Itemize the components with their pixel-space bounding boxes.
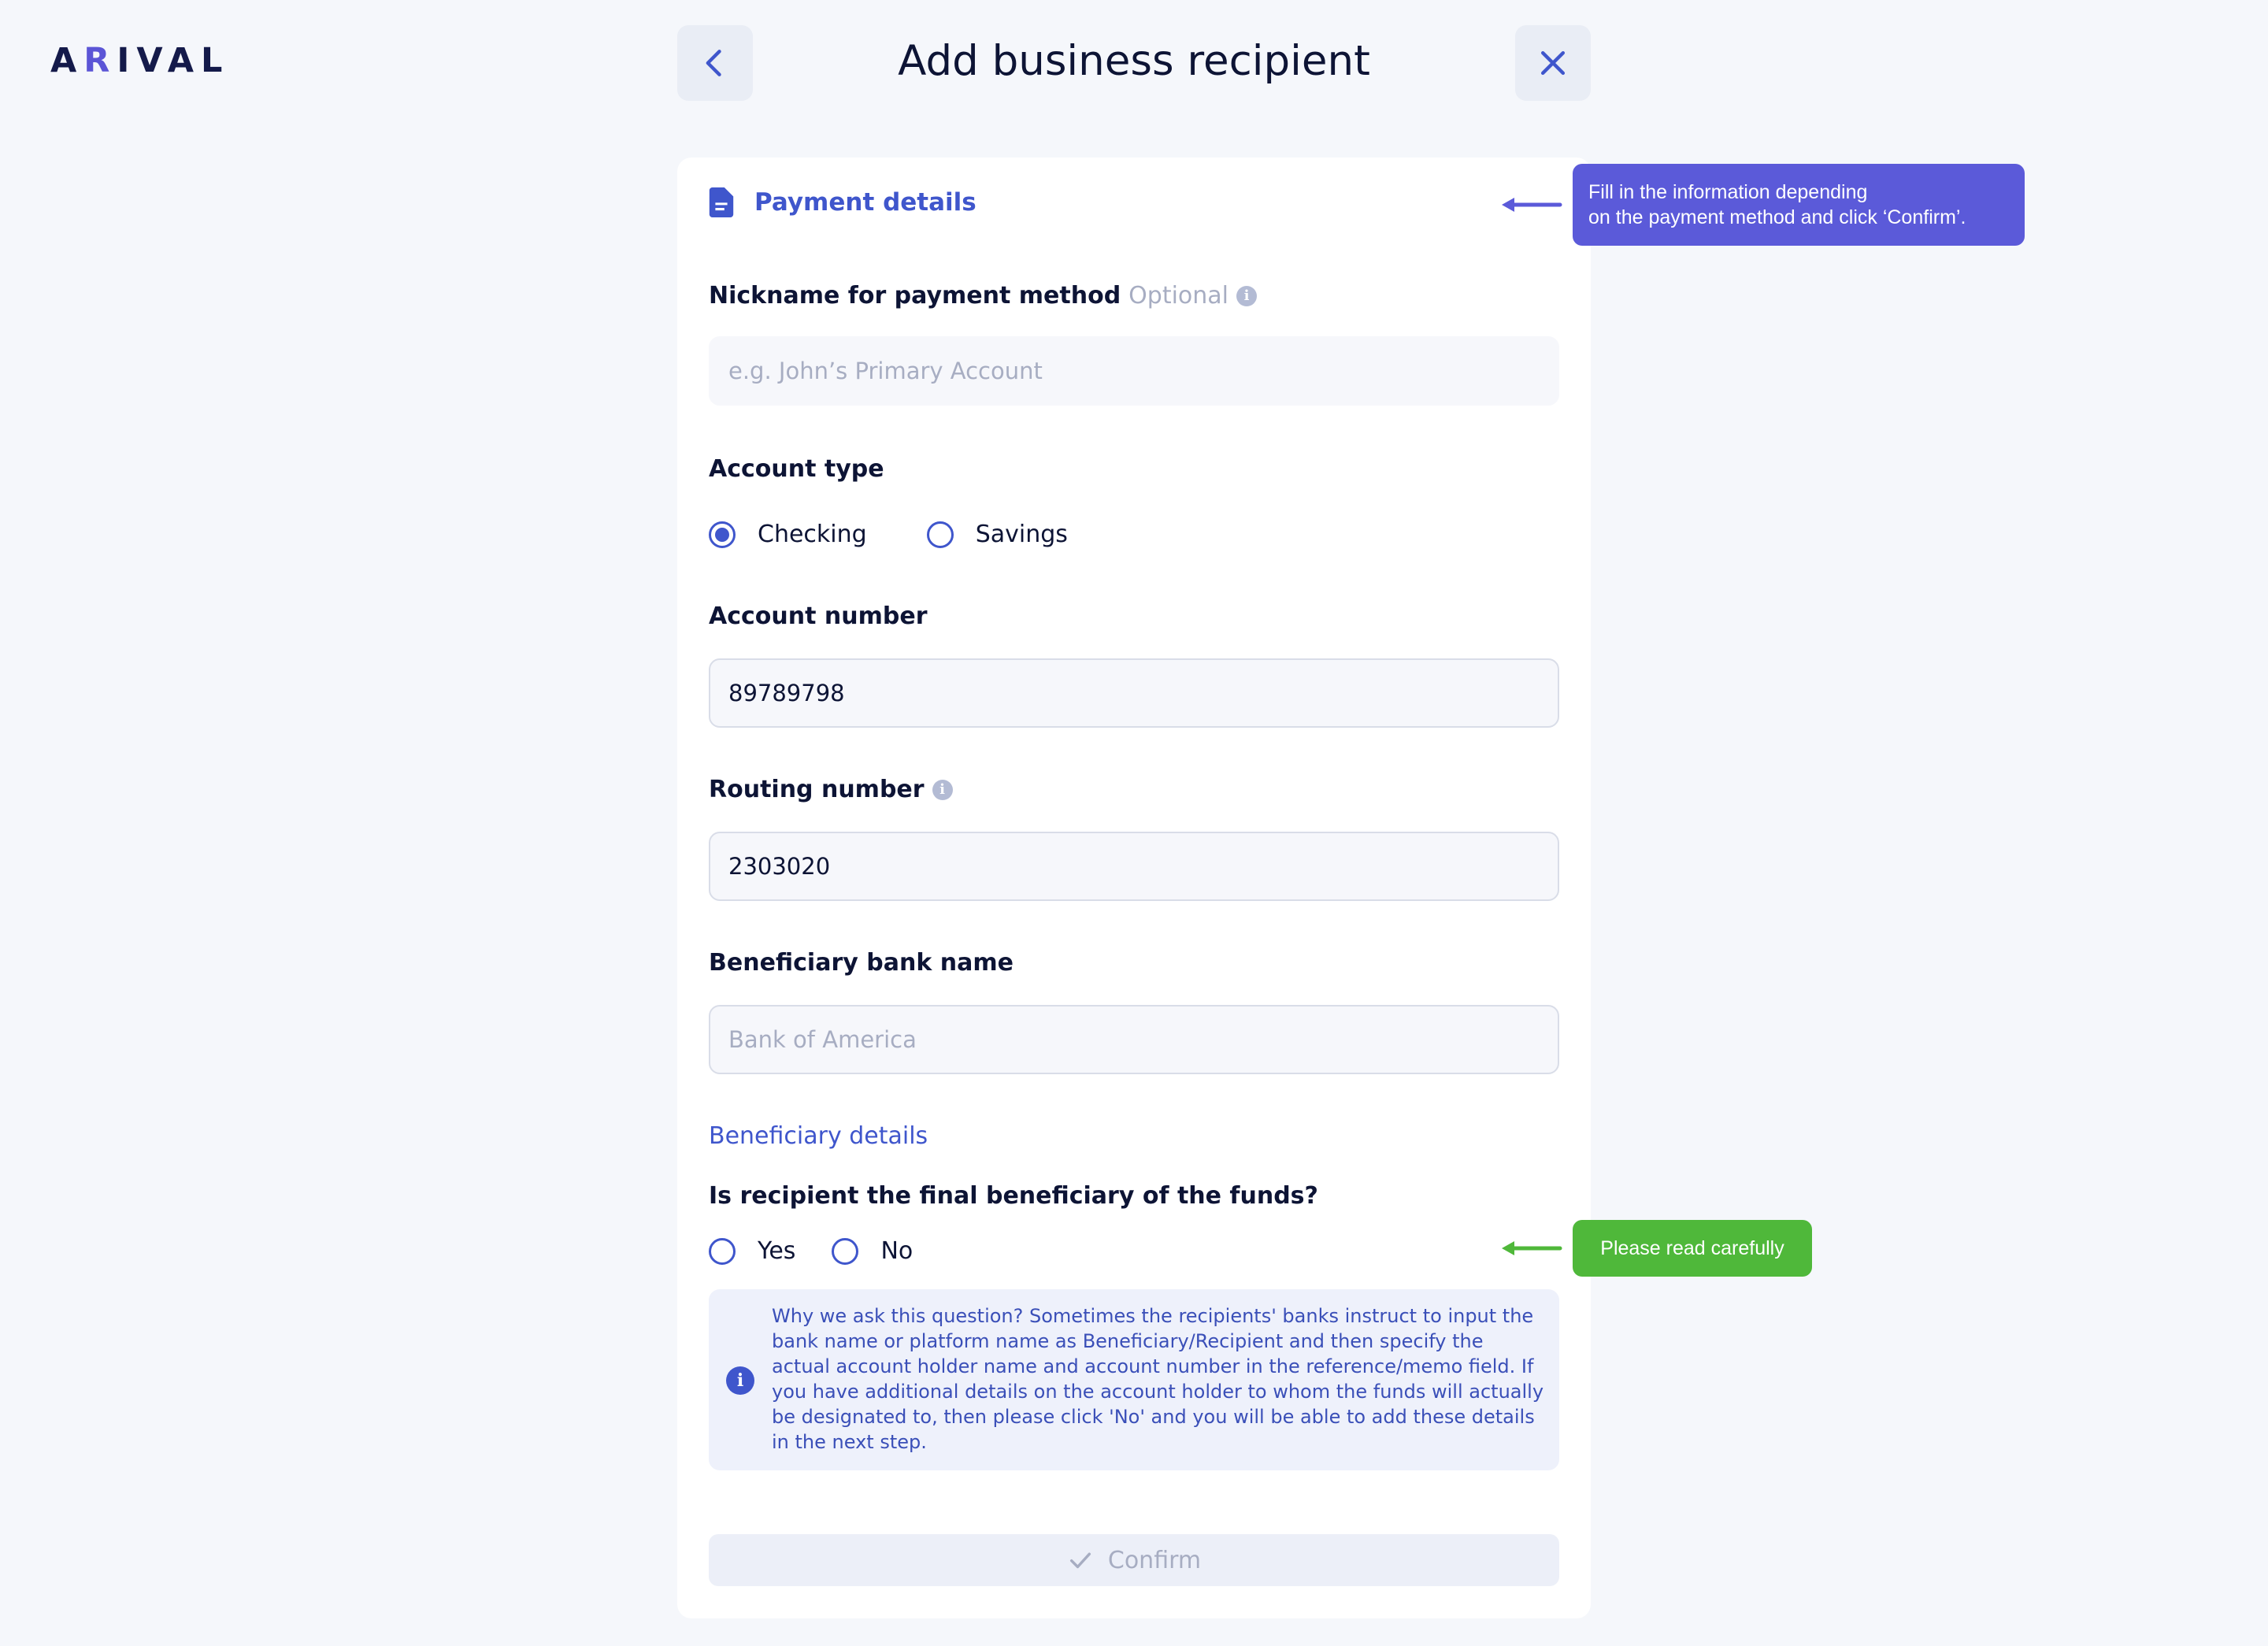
optional-tag: Optional bbox=[1128, 282, 1229, 310]
routing-number-label-text: Routing number bbox=[709, 776, 925, 803]
savings-label[interactable]: Savings bbox=[976, 521, 1068, 548]
account-number-label: Account number bbox=[709, 602, 928, 630]
checking-radio[interactable] bbox=[709, 521, 736, 548]
beneficiary-details-heading: Beneficiary details bbox=[709, 1122, 928, 1150]
final-beneficiary-question: Is recipient the final beneficiary of th… bbox=[709, 1182, 1318, 1210]
confirm-label: Confirm bbox=[1107, 1546, 1202, 1574]
yes-radio[interactable] bbox=[709, 1237, 736, 1265]
final-beneficiary-radio-group: Yes No bbox=[709, 1237, 913, 1265]
close-button[interactable] bbox=[1515, 25, 1591, 101]
nickname-label-text: Nickname for payment method bbox=[709, 282, 1121, 310]
instruction-callout: Fill in the information depending on the… bbox=[1573, 164, 2025, 246]
routing-number-input[interactable]: 2303020 bbox=[709, 832, 1559, 901]
info-notice: i Why we ask this question? Sometimes th… bbox=[709, 1289, 1559, 1470]
section-title: Payment details bbox=[754, 188, 976, 217]
instruction-callout-line2: on the payment method and click ‘Confirm… bbox=[1588, 206, 1966, 228]
info-icon[interactable]: i bbox=[932, 779, 953, 800]
savings-radio[interactable] bbox=[926, 521, 954, 548]
no-radio[interactable] bbox=[832, 1237, 859, 1265]
close-icon bbox=[1540, 50, 1566, 76]
bank-name-input[interactable]: Bank of America bbox=[709, 1005, 1559, 1074]
routing-number-label: Routing number i bbox=[709, 776, 953, 803]
check-icon bbox=[1069, 1552, 1091, 1569]
no-label[interactable]: No bbox=[880, 1237, 913, 1265]
nickname-label: Nickname for payment method Optional i bbox=[709, 282, 1258, 310]
arrow-left-icon bbox=[1502, 1241, 1562, 1255]
checking-label[interactable]: Checking bbox=[758, 521, 867, 548]
info-icon[interactable]: i bbox=[1236, 285, 1258, 306]
nickname-input[interactable]: e.g. John’s Primary Account bbox=[709, 336, 1559, 406]
payment-details-card: Payment details Nickname for payment met… bbox=[677, 158, 1591, 1618]
document-icon bbox=[709, 187, 734, 217]
page-title: Add business recipient bbox=[898, 37, 1370, 85]
yes-label[interactable]: Yes bbox=[758, 1237, 795, 1265]
account-number-input[interactable]: 89789798 bbox=[709, 658, 1559, 728]
confirm-button[interactable]: Confirm bbox=[709, 1534, 1559, 1586]
instruction-callout-line1: Fill in the information depending bbox=[1588, 181, 1868, 203]
account-type-label: Account type bbox=[709, 455, 884, 483]
read-carefully-callout: Please read carefully bbox=[1573, 1220, 1812, 1277]
arrow-left-icon bbox=[1502, 198, 1562, 212]
section-header: Payment details bbox=[709, 187, 976, 217]
account-type-radio-group: Checking Savings bbox=[709, 521, 1068, 548]
info-icon: i bbox=[726, 1366, 754, 1395]
bank-name-label: Beneficiary bank name bbox=[709, 949, 1014, 977]
notice-text: Why we ask this question? Sometimes the … bbox=[772, 1305, 1544, 1453]
